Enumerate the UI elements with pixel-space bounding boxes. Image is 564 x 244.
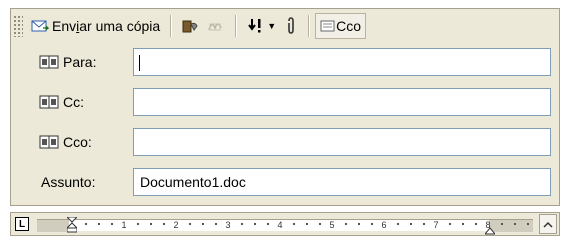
ruler-tick [111,223,113,225]
bcc-button[interactable]: Cco: [39,125,92,159]
importance-icon [246,17,264,35]
ruler-tick [345,223,347,225]
bcc-row: Cco: [11,125,559,159]
cc-label: Cc: [63,94,84,110]
chevron-down-icon[interactable]: ▼ [267,21,276,31]
ruler-tick [150,223,152,225]
importance-button[interactable]: ▼ [242,13,280,39]
ruler-tick [254,223,256,225]
bcc-label: Cco: [63,134,92,150]
address-book-button[interactable] [177,13,203,39]
bcc-toggle-button[interactable]: Cco [315,13,367,39]
send-copy-label: Enviar uma cópia [52,18,161,34]
ruler-tick [293,223,295,225]
subject-field[interactable] [133,168,551,196]
ruler-number: 7 [433,220,439,230]
ruler-tick [267,223,269,225]
ruler-tick [371,223,373,225]
to-label: Para: [63,54,97,70]
subject-row: Assunto: [11,165,559,199]
toolbar-separator [235,15,237,37]
bcc-toggle-label: Cco [336,18,362,34]
address-book-icon [181,18,199,34]
ruler-tick [462,223,464,225]
attach-icon [284,17,298,35]
envelope-panel: Enviar uma cópia ▼ Cco Para: Cc: Cco: As… [10,8,560,206]
ruler-tick [85,223,87,225]
signature-icon [207,18,225,34]
ruler-number: 6 [381,220,387,230]
text-caret [139,55,140,71]
attach-button[interactable] [280,13,302,39]
toolbar-grip[interactable] [13,15,23,37]
envelope-toolbar: Enviar uma cópia ▼ Cco [11,9,559,43]
ruler-tick [241,223,243,225]
ruler-tick [475,223,477,225]
bcc-icon [320,19,336,33]
horizontal-ruler-bar: L 1 2 3 4 5 6 7 8 [10,212,560,236]
ruler-number: 2 [173,220,179,230]
toolbar-separator [308,15,310,37]
ruler-tick [189,223,191,225]
ruler-tick [501,223,503,225]
ruler-tick [449,223,451,225]
tab-selector-button[interactable]: L [15,217,29,231]
address-book-icon [39,54,59,70]
check-names-button[interactable] [203,13,229,39]
ruler-number: 1 [121,220,127,230]
send-copy-button[interactable]: Enviar uma cópia [27,13,164,39]
scroll-up-button[interactable] [539,214,557,234]
to-field[interactable] [133,48,551,76]
right-margin-area [489,220,533,232]
outlook-envelope-window: Enviar uma cópia ▼ Cco Para: Cc: Cco: As… [0,0,564,244]
bcc-field[interactable] [133,128,551,156]
ruler-number: 8 [485,220,491,230]
ruler-tick [306,223,308,225]
ruler-tick [98,223,100,225]
ruler-number: 3 [225,220,231,230]
subject-label: Assunto: [41,174,96,190]
ruler-tick [423,223,425,225]
ruler-tick [163,223,165,225]
ruler-tick [137,223,139,225]
ruler-tick [527,223,529,225]
ruler-tick [397,223,399,225]
toolbar-separator [170,15,172,37]
ruler-tick [215,223,217,225]
chevron-up-icon [543,216,553,232]
cc-field[interactable] [133,88,551,116]
ruler-tick [410,223,412,225]
address-book-icon [39,134,59,150]
first-line-indent-marker[interactable] [65,216,79,233]
address-book-icon [39,94,59,110]
ruler-number: 4 [277,220,283,230]
to-row: Para: [11,45,559,79]
ruler-tick [202,223,204,225]
cc-row: Cc: [11,85,559,119]
send-copy-icon [31,19,49,33]
left-margin-area [37,220,69,232]
ruler-tick [514,223,516,225]
cc-button[interactable]: Cc: [39,85,84,119]
horizontal-ruler[interactable]: 1 2 3 4 5 6 7 8 [37,216,533,235]
ruler-tick [319,223,321,225]
ruler-tick [358,223,360,225]
to-button[interactable]: Para: [39,45,96,79]
ruler-number: 5 [329,220,335,230]
